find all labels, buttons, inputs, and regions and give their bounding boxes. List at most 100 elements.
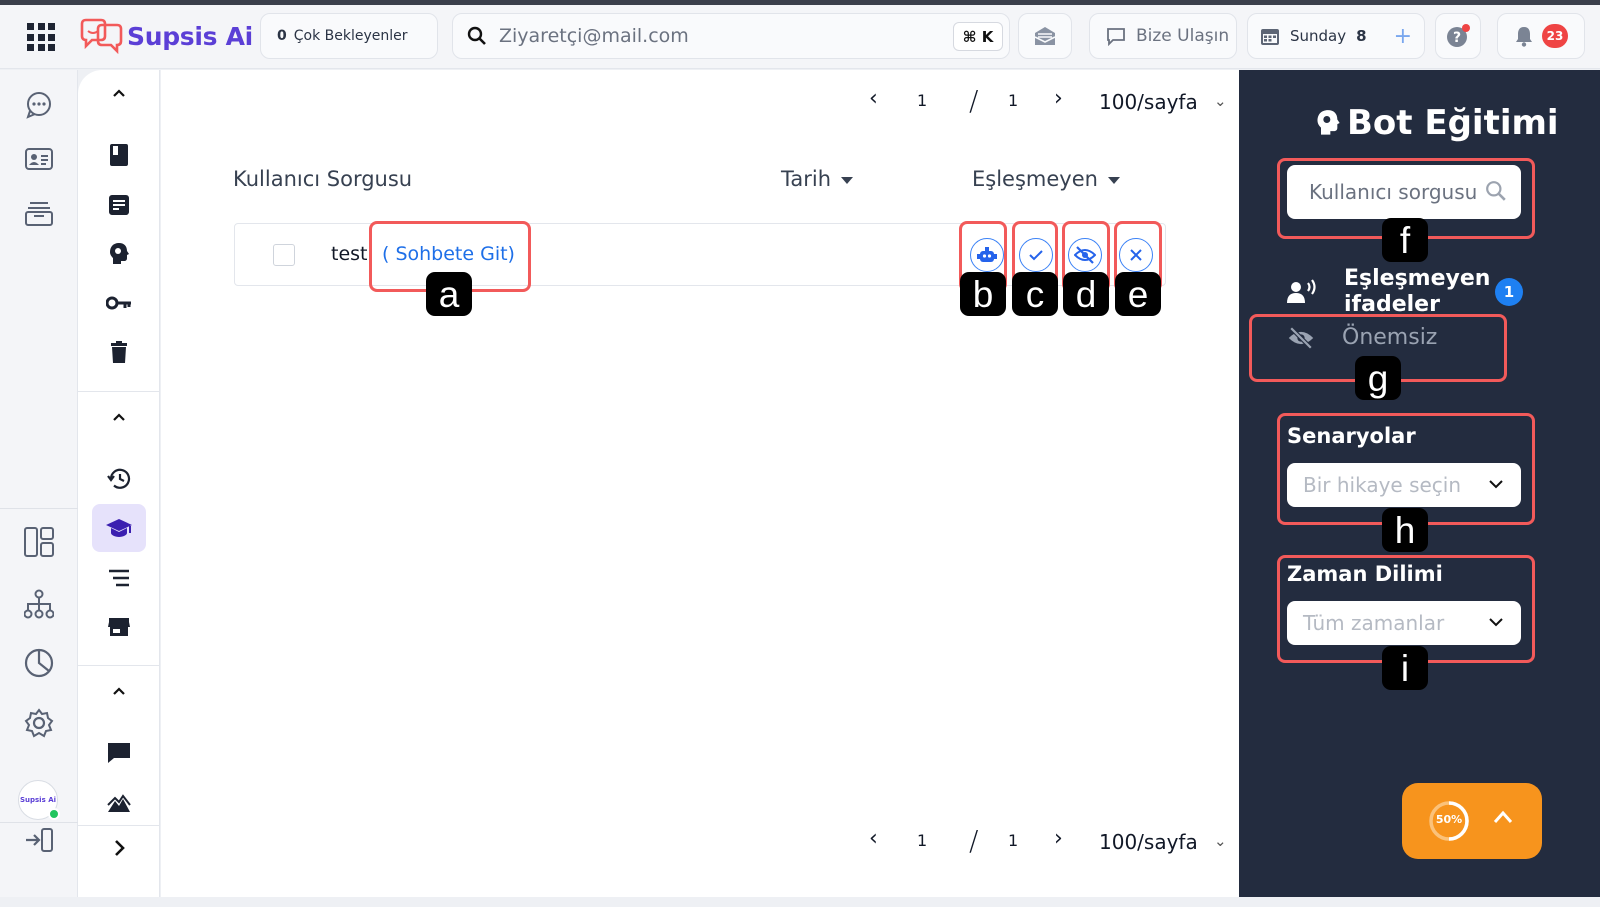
main-content: ‹ 1 / 1 › 100/sayfa ⌄ Kullanıcı Sorgusu … — [161, 70, 1239, 897]
per-page-select[interactable]: 100/sayfa — [1099, 830, 1198, 854]
annotation-g: g — [1355, 356, 1401, 400]
subnav-bot-training[interactable] — [102, 237, 136, 271]
hierarchy-icon — [24, 589, 54, 619]
add-date-button[interactable]: + — [1394, 24, 1412, 49]
subnav-notes[interactable] — [102, 188, 136, 222]
current-page[interactable]: 1 — [917, 831, 927, 850]
grid-icon[interactable] — [27, 23, 55, 51]
chevron-up-icon — [113, 687, 125, 695]
app-logo[interactable]: Supsis Ai — [79, 18, 253, 54]
column-header-query: Kullanıcı Sorgusu — [233, 167, 413, 191]
chevron-down-icon[interactable]: ⌄ — [1214, 92, 1227, 110]
date-widget[interactable]: Sunday 8 + — [1247, 13, 1425, 59]
mountain-icon — [107, 794, 131, 812]
subnav-divider-3 — [78, 825, 160, 826]
waiting-filter-button[interactable]: 0 Çok Bekleyenler — [260, 13, 438, 59]
subnav-trash[interactable] — [102, 335, 136, 369]
comment-icon — [108, 743, 130, 763]
collapse-group-1[interactable] — [102, 76, 136, 110]
row-checkbox[interactable] — [273, 244, 295, 266]
exit-icon — [26, 828, 53, 852]
total-pages: 1 — [1008, 91, 1019, 110]
subnav-store[interactable] — [102, 610, 136, 644]
current-page[interactable]: 1 — [917, 91, 927, 110]
graduation-icon — [106, 519, 132, 537]
subnav-list[interactable] — [102, 561, 136, 595]
book-icon — [110, 144, 128, 166]
rail-dashboards[interactable] — [22, 525, 56, 559]
column-header-unmatched[interactable]: Eşleşmeyen — [972, 167, 1120, 191]
collapse-group-3[interactable] — [102, 674, 136, 708]
app-name: Supsis Ai — [127, 21, 253, 51]
per-page-select[interactable]: 100/sayfa — [1099, 90, 1198, 114]
annotation-d: d — [1063, 272, 1109, 316]
note-icon — [109, 195, 129, 215]
column-date-label: Tarih — [781, 167, 831, 191]
progress-percent: 50% — [1435, 813, 1463, 826]
total-pages: 1 — [1008, 831, 1019, 850]
panel-title-text: Bot Eğitimi — [1347, 103, 1559, 143]
inbox-button[interactable] — [1018, 13, 1072, 59]
subnav-training-active[interactable] — [92, 504, 146, 552]
pager-bottom: ‹ 1 / 1 › 100/sayfa ⌄ — [161, 822, 1239, 862]
layout-icon — [24, 527, 54, 557]
rail-logout[interactable] — [22, 823, 56, 857]
column-unmatched-label: Eşleşmeyen — [972, 167, 1098, 191]
sub-navigation — [78, 70, 160, 897]
annotation-e: e — [1115, 272, 1161, 316]
pager-top: ‹ 1 / 1 › 100/sayfa ⌄ — [161, 82, 1239, 122]
chart-icon — [24, 648, 54, 678]
mail-icon — [1034, 27, 1056, 45]
unmatched-label-line1: Eşleşmeyen — [1344, 266, 1491, 291]
search-input[interactable]: Ziyaretçi@mail.com — [499, 25, 689, 47]
unmatched-count-badge: 1 — [1495, 278, 1523, 306]
sort-caret-icon — [841, 176, 853, 184]
unmatched-phrases-item[interactable]: Eşleşmeyen ifadeler — [1287, 266, 1490, 318]
rail-settings[interactable] — [22, 706, 56, 740]
prev-page-button[interactable]: ‹ — [869, 86, 878, 111]
logo-icon — [80, 18, 123, 54]
onboarding-progress-widget[interactable]: 50% — [1402, 783, 1542, 859]
trash-icon — [111, 341, 127, 363]
date-day: 8 — [1356, 27, 1367, 45]
online-status-dot — [48, 808, 60, 820]
subnav-keys[interactable] — [102, 286, 136, 320]
collapse-group-2[interactable] — [102, 400, 136, 434]
contact-label: Bize Ulaşın — [1136, 26, 1230, 46]
avatar[interactable]: Supsis Ai — [18, 780, 60, 820]
chevron-right-icon — [115, 840, 125, 856]
subnav-history[interactable] — [102, 462, 136, 496]
rail-chats[interactable] — [22, 88, 56, 122]
chat-icon — [26, 92, 51, 119]
brain-icon — [1317, 110, 1340, 135]
notifications-button[interactable]: 23 — [1497, 13, 1585, 59]
global-search[interactable]: Ziyaretçi@mail.com ⌘ K — [452, 13, 1010, 59]
annotation-h: h — [1382, 508, 1428, 552]
chevron-up-icon — [1493, 810, 1513, 823]
rail-archive[interactable] — [22, 197, 56, 231]
main-rail: Supsis Ai — [0, 70, 78, 897]
rail-reports[interactable] — [22, 646, 56, 680]
contact-us-button[interactable]: Bize Ulaşın — [1089, 13, 1237, 59]
rail-flows[interactable] — [22, 587, 56, 621]
message-icon — [1107, 28, 1125, 46]
expand-sidebar-button[interactable] — [102, 831, 136, 865]
subnav-landscape[interactable] — [102, 786, 136, 820]
chevron-up-icon — [113, 413, 125, 421]
avatar-label: Supsis Ai — [19, 796, 57, 804]
chevron-up-icon — [113, 89, 125, 97]
prev-page-button[interactable]: ‹ — [869, 826, 878, 851]
row-query-text: test — [331, 243, 368, 265]
next-page-button[interactable]: › — [1054, 86, 1063, 111]
subnav-knowledge-base[interactable] — [102, 138, 136, 172]
help-button[interactable]: ? — [1435, 13, 1481, 59]
page-separator: / — [969, 84, 979, 117]
column-header-date[interactable]: Tarih — [781, 167, 853, 191]
contact-card-icon — [25, 148, 53, 170]
topbar: Supsis Ai 0 Çok Bekleyenler Ziyaretçi@ma… — [0, 5, 1600, 69]
rail-contacts[interactable] — [22, 142, 56, 176]
sort-caret-icon — [1107, 176, 1120, 184]
next-page-button[interactable]: › — [1054, 826, 1063, 851]
subnav-comments[interactable] — [102, 736, 136, 770]
chevron-down-icon[interactable]: ⌄ — [1214, 832, 1227, 850]
